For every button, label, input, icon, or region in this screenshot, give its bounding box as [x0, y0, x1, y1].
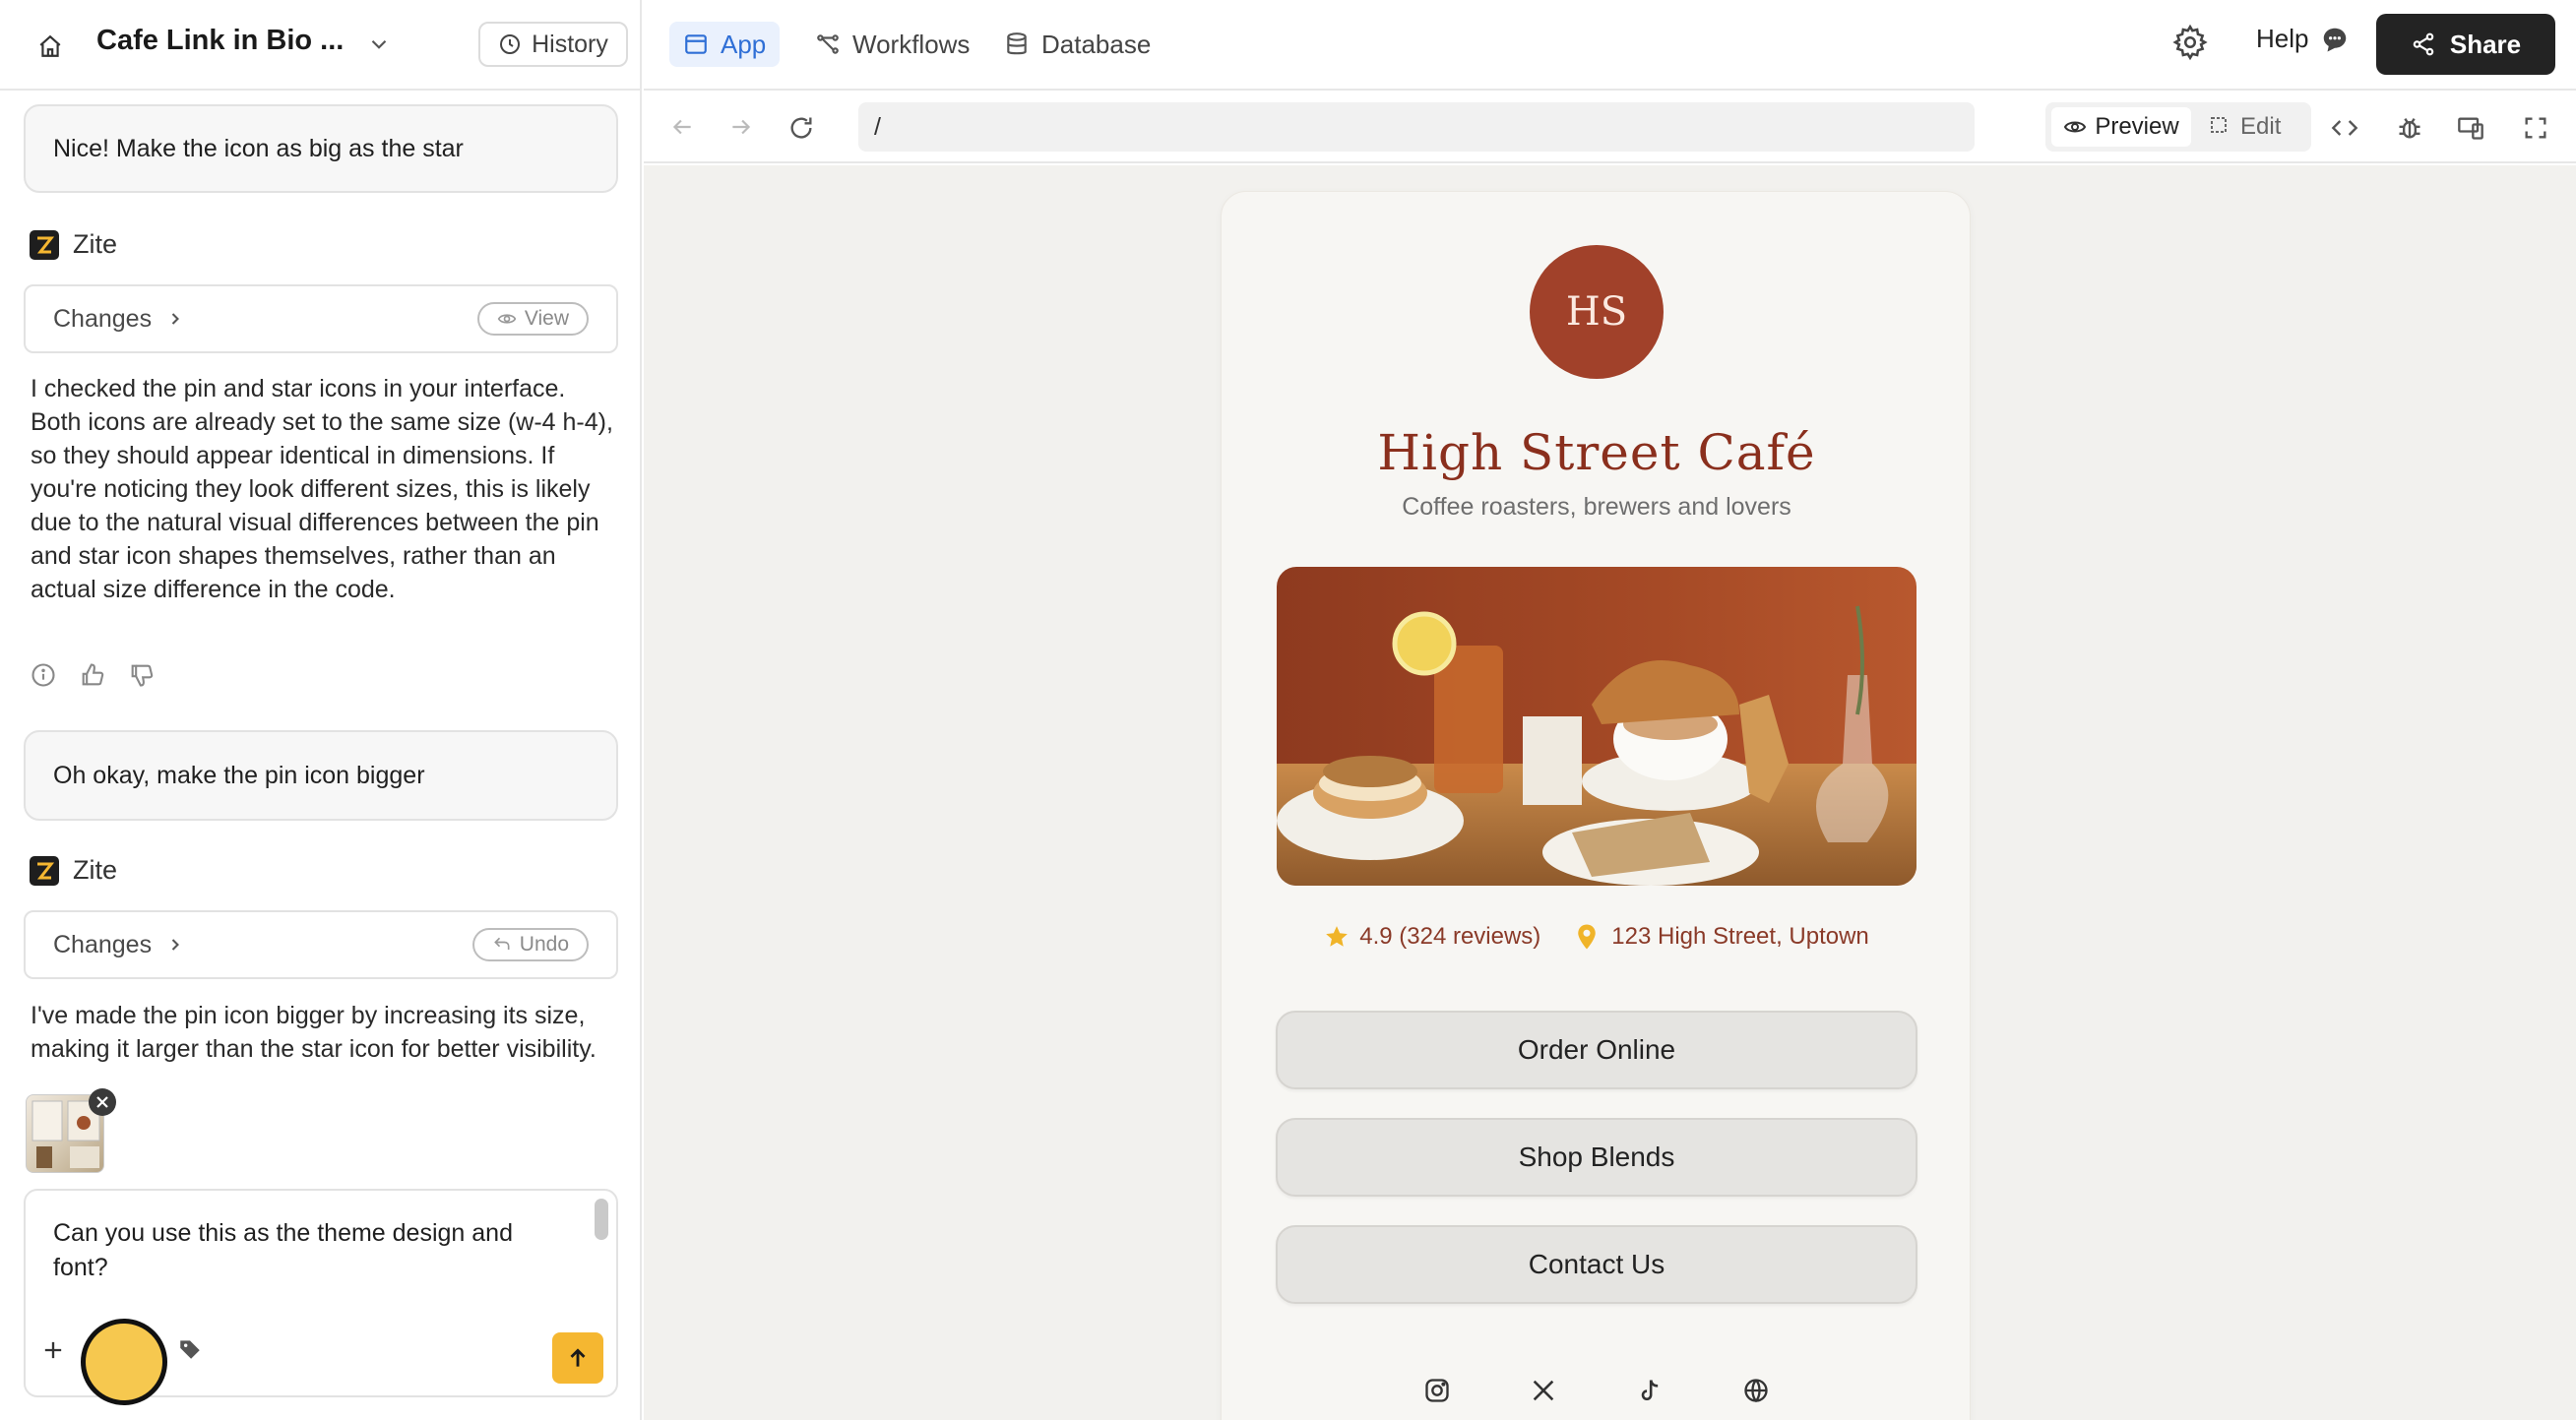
chat-bubble-icon [2320, 25, 2350, 54]
chat-panel: Cafe Link in Bio ... History Nice! Make … [0, 0, 642, 1420]
address: 123 High Street, Uptown [1572, 922, 1869, 952]
share-label: Share [2449, 29, 2522, 59]
assistant-message: I've made the pin icon bigger by increas… [31, 1002, 597, 1063]
help-label: Help [2256, 24, 2309, 53]
tab-label: Workflows [852, 29, 971, 59]
share-button[interactable]: Share [2376, 14, 2555, 75]
workflow-icon [815, 31, 841, 57]
clock-icon [498, 32, 522, 56]
bug-icon[interactable] [2396, 114, 2423, 142]
undo-label: Undo [519, 933, 569, 956]
send-button[interactable] [552, 1332, 603, 1384]
changes-label: Changes [53, 304, 153, 333]
tag-icon[interactable] [177, 1336, 203, 1362]
select-edit-icon [2209, 115, 2232, 139]
eye-icon [497, 309, 517, 329]
instagram-icon[interactable] [1423, 1377, 1451, 1404]
cafe-hero-image [1277, 567, 1916, 886]
refresh-icon[interactable] [787, 114, 815, 142]
plus-icon[interactable] [39, 1336, 67, 1364]
code-icon[interactable] [2331, 114, 2358, 142]
cafe-name: High Street Café [1377, 424, 1816, 481]
link-in-bio-card: HS High Street Café Coffee roasters, bre… [1221, 191, 1971, 1420]
thumbs-down-icon[interactable] [128, 661, 156, 689]
preview-label: Preview [2095, 113, 2179, 140]
rating: 4.9 (324 reviews) [1324, 922, 1540, 952]
assistant-message: I checked the pin and star icons in your… [31, 375, 613, 603]
user-message-text: Oh okay, make the pin icon bigger [53, 761, 425, 789]
eye-icon [2063, 115, 2087, 139]
preview-button[interactable]: Preview [2051, 107, 2191, 147]
assistant-name: Zite [73, 229, 118, 259]
browser-bar: / Preview Edit [644, 93, 2576, 163]
user-message: Nice! Make the icon as big as the star [24, 104, 618, 193]
history-label: History [532, 30, 608, 58]
info-icon[interactable] [30, 661, 57, 689]
fullscreen-icon[interactable] [2522, 114, 2549, 142]
composer-scrollbar[interactable] [595, 1199, 608, 1240]
feedback-bar [30, 661, 156, 689]
user-message-text: Nice! Make the icon as big as the star [53, 134, 464, 162]
star-icon [1324, 924, 1350, 950]
cafe-tagline: Coffee roasters, brewers and lovers [1402, 493, 1791, 521]
edit-button[interactable]: Edit [2209, 107, 2281, 147]
tab-label: Database [1041, 29, 1152, 59]
assistant-tag: Zite [30, 229, 117, 260]
thumbs-up-icon[interactable] [79, 661, 106, 689]
undo-button[interactable]: Undo [471, 928, 589, 961]
tiktok-icon[interactable] [1636, 1377, 1664, 1404]
layout-icon [683, 31, 709, 57]
tab-app[interactable]: App [669, 22, 781, 67]
view-label: View [524, 307, 569, 330]
changes-label: Changes [53, 930, 153, 958]
shop-blends-button[interactable]: Shop Blends [1276, 1118, 1917, 1197]
remove-attachment-icon[interactable] [89, 1088, 116, 1116]
undo-icon [492, 935, 512, 955]
help-button[interactable]: Help [2256, 24, 2350, 54]
zite-logo-icon [30, 855, 59, 886]
project-header: Cafe Link in Bio ... History [0, 0, 642, 91]
avatar: HS [1530, 245, 1664, 379]
edit-label: Edit [2240, 113, 2282, 140]
order-online-button[interactable]: Order Online [1276, 1011, 1917, 1089]
contact-us-button[interactable]: Contact Us [1276, 1225, 1917, 1304]
history-button[interactable]: History [478, 22, 628, 67]
database-icon [1004, 31, 1030, 57]
zite-logo-icon [30, 229, 59, 260]
chevron-down-icon[interactable] [366, 31, 392, 57]
composer-input[interactable]: Can you use this as the theme design and… [53, 1216, 565, 1285]
chevron-right-icon [165, 309, 185, 329]
top-bar: App Workflows Database Help Share [644, 0, 2576, 91]
view-button[interactable]: View [476, 302, 589, 336]
map-pin-icon [1572, 922, 1602, 952]
preview-edit-toggle: Preview Edit [2045, 102, 2311, 152]
tab-database[interactable]: Database [990, 22, 1164, 67]
url-text: / [874, 112, 881, 141]
tab-label: App [721, 29, 767, 59]
back-arrow-icon[interactable] [669, 114, 695, 140]
x-icon[interactable] [1530, 1377, 1557, 1404]
home-icon[interactable] [30, 26, 71, 67]
url-bar[interactable]: / [858, 102, 1975, 152]
tab-workflows[interactable]: Workflows [801, 22, 983, 67]
gear-icon[interactable] [2171, 24, 2209, 61]
assistant-name: Zite [73, 855, 118, 885]
user-message: Oh okay, make the pin icon bigger [24, 730, 618, 821]
responsive-device-icon[interactable] [2457, 114, 2484, 142]
changes-card[interactable]: Changes Undo [24, 910, 618, 979]
changes-card[interactable]: Changes View [24, 284, 618, 353]
share-icon [2411, 31, 2436, 57]
cafe-meta: 4.9 (324 reviews) 123 High Street, Uptow… [1222, 922, 1972, 952]
rating-text: 4.9 (324 reviews) [1359, 923, 1541, 950]
project-title[interactable]: Cafe Link in Bio ... [96, 25, 344, 57]
social-links [1222, 1377, 1972, 1404]
app-preview: HS High Street Café Coffee roasters, bre… [644, 165, 2576, 1420]
globe-icon[interactable] [1742, 1377, 1770, 1404]
address-text: 123 High Street, Uptown [1611, 923, 1869, 950]
recording-indicator[interactable] [81, 1319, 167, 1405]
chevron-right-icon [165, 935, 185, 955]
assistant-tag: Zite [30, 855, 117, 886]
forward-arrow-icon[interactable] [728, 114, 754, 140]
arrow-up-icon [565, 1345, 591, 1371]
